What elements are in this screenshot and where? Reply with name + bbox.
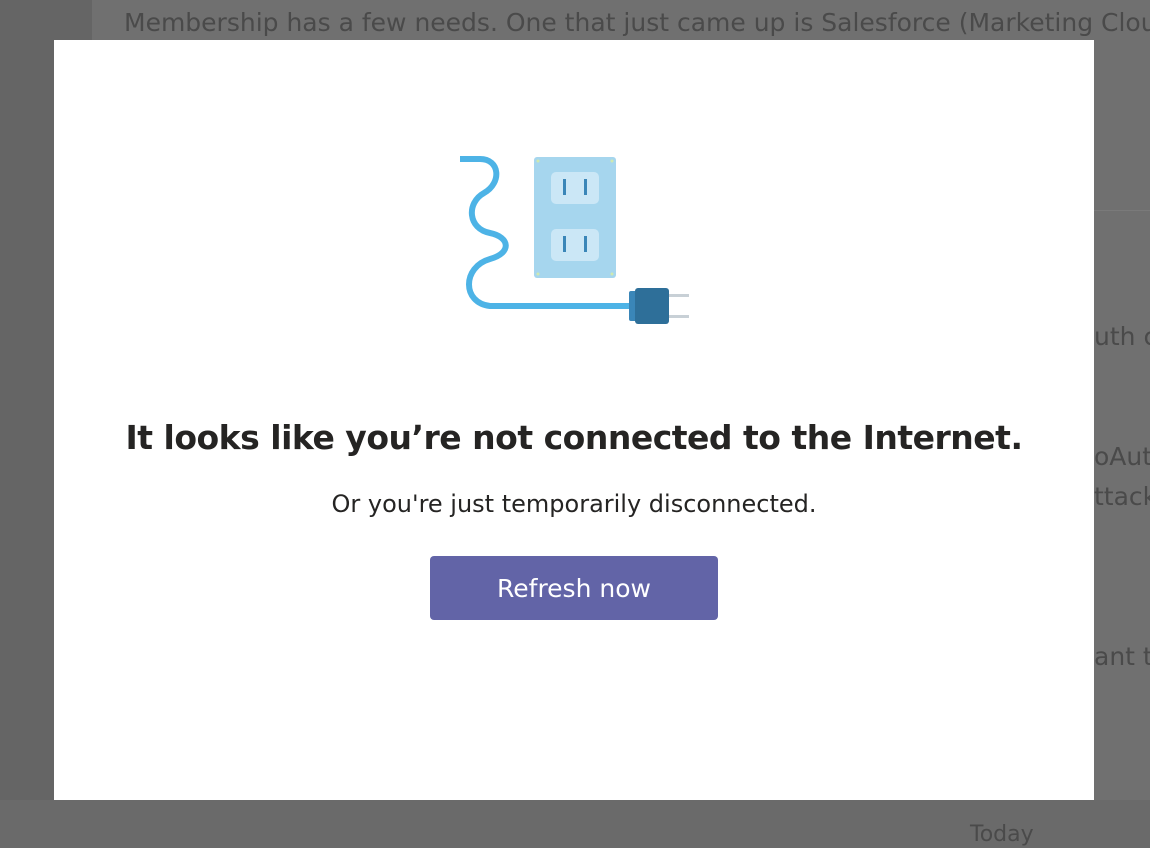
refresh-now-button[interactable]: Refresh now — [430, 556, 718, 620]
dialog-subtitle: Or you're just temporarily disconnected. — [331, 490, 817, 518]
background-fragment: ant t — [1094, 642, 1150, 671]
offline-dialog: It looks like you’re not connected to th… — [54, 40, 1094, 800]
background-footer: Today — [0, 800, 1150, 848]
background-fragment: uth c — [1094, 322, 1150, 351]
teams-window: Membership has a few needs. One that jus… — [0, 0, 1150, 848]
unplugged-cable-icon — [457, 155, 700, 330]
background-divider — [1094, 210, 1150, 211]
background-date-label: Today — [970, 822, 1034, 847]
dialog-title: It looks like you’re not connected to th… — [125, 418, 1023, 457]
background-message-text: Membership has a few needs. One that jus… — [124, 8, 1150, 37]
background-fragment: ttack — [1094, 482, 1150, 511]
background-fragment: oAut — [1094, 442, 1150, 471]
